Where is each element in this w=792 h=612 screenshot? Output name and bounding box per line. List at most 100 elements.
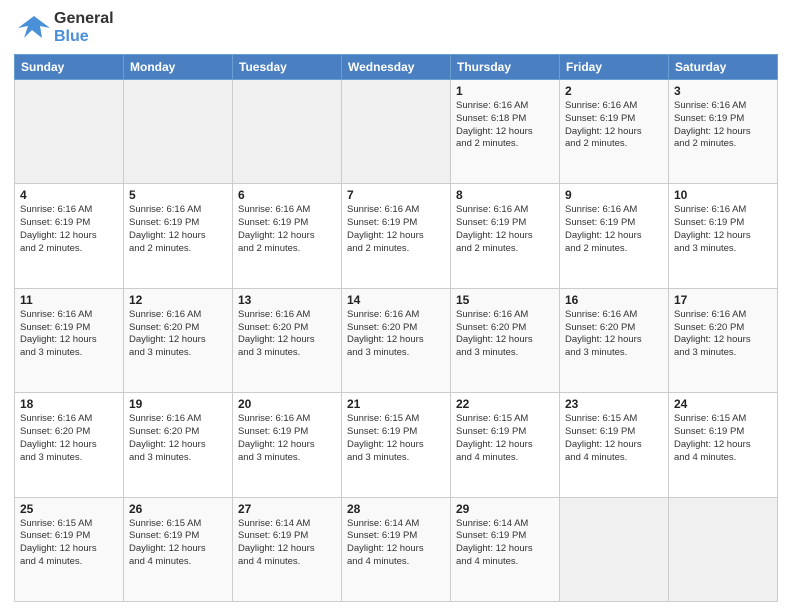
- calendar-cell: 25 Sunrise: 6:15 AM Sunset: 6:19 PM Dayli…: [15, 497, 124, 601]
- calendar-cell: 1 Sunrise: 6:16 AM Sunset: 6:18 PM Daylig…: [451, 80, 560, 184]
- calendar-header-monday: Monday: [124, 55, 233, 80]
- day-info: Sunrise: 6:16 AM Sunset: 6:20 PM Dayligh…: [129, 309, 227, 360]
- day-info: Sunrise: 6:16 AM Sunset: 6:19 PM Dayligh…: [20, 204, 118, 255]
- calendar-cell: [342, 80, 451, 184]
- calendar-cell: 3Sunrise: 6:16 AM Sunset: 6:19 PM Daylig…: [669, 80, 778, 184]
- calendar-cell: 24 Sunrise: 6:15 AM Sunset: 6:19 PM Dayli…: [669, 393, 778, 497]
- calendar-header-thursday: Thursday: [451, 55, 560, 80]
- calendar-cell: 20 Sunrise: 6:16 AM Sunset: 6:19 PM Dayli…: [233, 393, 342, 497]
- day-number: 8: [456, 188, 554, 202]
- logo-icon: [14, 10, 50, 46]
- calendar-week-row: 25 Sunrise: 6:15 AM Sunset: 6:19 PM Dayli…: [15, 497, 778, 601]
- calendar-cell: 10 Sunrise: 6:16 AM Sunset: 6:19 PM Dayli…: [669, 184, 778, 288]
- day-info: Sunrise: 6:15 AM Sunset: 6:19 PM Dayligh…: [20, 518, 118, 569]
- logo: GeneralBlue: [14, 10, 114, 46]
- calendar-cell: [669, 497, 778, 601]
- day-number: 28: [347, 502, 445, 516]
- day-number: 19: [129, 397, 227, 411]
- day-info: Sunrise: 6:16 AM Sunset: 6:20 PM Dayligh…: [347, 309, 445, 360]
- day-number: 15: [456, 293, 554, 307]
- header: GeneralBlue: [14, 10, 778, 46]
- day-info: Sunrise: 6:16 AM Sunset: 6:18 PM Dayligh…: [456, 100, 554, 151]
- day-info: Sunrise: 6:16 AM Sunset: 6:19 PM Dayligh…: [20, 309, 118, 360]
- day-info: Sunrise: 6:16 AM Sunset: 6:19 PM Dayligh…: [674, 100, 772, 151]
- day-info: Sunrise: 6:16 AM Sunset: 6:19 PM Dayligh…: [238, 413, 336, 464]
- day-number: 25: [20, 502, 118, 516]
- calendar-cell: [124, 80, 233, 184]
- calendar-cell: 14 Sunrise: 6:16 AM Sunset: 6:20 PM Dayli…: [342, 288, 451, 392]
- day-info: Sunrise: 6:16 AM Sunset: 6:20 PM Dayligh…: [456, 309, 554, 360]
- calendar-header-wednesday: Wednesday: [342, 55, 451, 80]
- calendar-cell: 4 Sunrise: 6:16 AM Sunset: 6:19 PM Daylig…: [15, 184, 124, 288]
- day-number: 9: [565, 188, 663, 202]
- day-number: 12: [129, 293, 227, 307]
- calendar-cell: 8 Sunrise: 6:16 AM Sunset: 6:19 PM Daylig…: [451, 184, 560, 288]
- calendar-cell: 5 Sunrise: 6:16 AM Sunset: 6:19 PM Daylig…: [124, 184, 233, 288]
- calendar-header-friday: Friday: [560, 55, 669, 80]
- calendar-cell: 22Sunrise: 6:15 AM Sunset: 6:19 PM Dayli…: [451, 393, 560, 497]
- calendar-cell: 6 Sunrise: 6:16 AM Sunset: 6:19 PM Daylig…: [233, 184, 342, 288]
- day-number: 17: [674, 293, 772, 307]
- calendar-header-row: SundayMondayTuesdayWednesdayThursdayFrid…: [15, 55, 778, 80]
- calendar-week-row: 18 Sunrise: 6:16 AM Sunset: 6:20 PM Dayli…: [15, 393, 778, 497]
- day-info: Sunrise: 6:16 AM Sunset: 6:20 PM Dayligh…: [20, 413, 118, 464]
- day-info: Sunrise: 6:15 AM Sunset: 6:19 PM Dayligh…: [456, 413, 554, 464]
- calendar-cell: [560, 497, 669, 601]
- day-number: 21: [347, 397, 445, 411]
- calendar-cell: 29Sunrise: 6:14 AM Sunset: 6:19 PM Dayli…: [451, 497, 560, 601]
- day-info: Sunrise: 6:15 AM Sunset: 6:19 PM Dayligh…: [129, 518, 227, 569]
- day-number: 26: [129, 502, 227, 516]
- day-number: 11: [20, 293, 118, 307]
- day-info: Sunrise: 6:16 AM Sunset: 6:19 PM Dayligh…: [456, 204, 554, 255]
- day-info: Sunrise: 6:15 AM Sunset: 6:19 PM Dayligh…: [347, 413, 445, 464]
- calendar-cell: 11 Sunrise: 6:16 AM Sunset: 6:19 PM Dayli…: [15, 288, 124, 392]
- calendar-cell: 15 Sunrise: 6:16 AM Sunset: 6:20 PM Dayli…: [451, 288, 560, 392]
- day-number: 23: [565, 397, 663, 411]
- day-number: 29: [456, 502, 554, 516]
- day-info: Sunrise: 6:16 AM Sunset: 6:19 PM Dayligh…: [238, 204, 336, 255]
- day-info: Sunrise: 6:16 AM Sunset: 6:20 PM Dayligh…: [129, 413, 227, 464]
- calendar-week-row: 11 Sunrise: 6:16 AM Sunset: 6:19 PM Dayli…: [15, 288, 778, 392]
- day-info: Sunrise: 6:14 AM Sunset: 6:19 PM Dayligh…: [347, 518, 445, 569]
- calendar-cell: 23 Sunrise: 6:15 AM Sunset: 6:19 PM Dayli…: [560, 393, 669, 497]
- day-number: 1: [456, 84, 554, 98]
- day-number: 4: [20, 188, 118, 202]
- calendar-header-saturday: Saturday: [669, 55, 778, 80]
- day-info: Sunrise: 6:16 AM Sunset: 6:20 PM Dayligh…: [238, 309, 336, 360]
- calendar-table: SundayMondayTuesdayWednesdayThursdayFrid…: [14, 54, 778, 602]
- day-info: Sunrise: 6:16 AM Sunset: 6:19 PM Dayligh…: [347, 204, 445, 255]
- day-number: 20: [238, 397, 336, 411]
- calendar-header-sunday: Sunday: [15, 55, 124, 80]
- day-number: 5: [129, 188, 227, 202]
- day-info: Sunrise: 6:14 AM Sunset: 6:19 PM Dayligh…: [238, 518, 336, 569]
- calendar-cell: 28 Sunrise: 6:14 AM Sunset: 6:19 PM Dayli…: [342, 497, 451, 601]
- logo-text: GeneralBlue: [54, 10, 114, 45]
- day-number: 18: [20, 397, 118, 411]
- day-info: Sunrise: 6:15 AM Sunset: 6:19 PM Dayligh…: [674, 413, 772, 464]
- day-info: Sunrise: 6:16 AM Sunset: 6:19 PM Dayligh…: [565, 100, 663, 151]
- calendar-cell: [15, 80, 124, 184]
- day-number: 2: [565, 84, 663, 98]
- day-info: Sunrise: 6:15 AM Sunset: 6:19 PM Dayligh…: [565, 413, 663, 464]
- day-number: 6: [238, 188, 336, 202]
- calendar-cell: 21 Sunrise: 6:15 AM Sunset: 6:19 PM Dayli…: [342, 393, 451, 497]
- calendar-cell: 26 Sunrise: 6:15 AM Sunset: 6:19 PM Dayli…: [124, 497, 233, 601]
- day-number: 7: [347, 188, 445, 202]
- day-number: 27: [238, 502, 336, 516]
- calendar-cell: 12 Sunrise: 6:16 AM Sunset: 6:20 PM Dayli…: [124, 288, 233, 392]
- day-info: Sunrise: 6:16 AM Sunset: 6:19 PM Dayligh…: [565, 204, 663, 255]
- calendar-week-row: 4 Sunrise: 6:16 AM Sunset: 6:19 PM Daylig…: [15, 184, 778, 288]
- day-info: Sunrise: 6:16 AM Sunset: 6:20 PM Dayligh…: [565, 309, 663, 360]
- calendar-cell: 17 Sunrise: 6:16 AM Sunset: 6:20 PM Dayli…: [669, 288, 778, 392]
- page: GeneralBlue SundayMondayTuesdayWednesday…: [0, 0, 792, 612]
- day-number: 24: [674, 397, 772, 411]
- calendar-cell: 9 Sunrise: 6:16 AM Sunset: 6:19 PM Daylig…: [560, 184, 669, 288]
- day-number: 14: [347, 293, 445, 307]
- calendar-cell: 16Sunrise: 6:16 AM Sunset: 6:20 PM Dayli…: [560, 288, 669, 392]
- calendar-header-tuesday: Tuesday: [233, 55, 342, 80]
- day-number: 10: [674, 188, 772, 202]
- day-info: Sunrise: 6:16 AM Sunset: 6:19 PM Dayligh…: [129, 204, 227, 255]
- calendar-cell: 18 Sunrise: 6:16 AM Sunset: 6:20 PM Dayli…: [15, 393, 124, 497]
- day-info: Sunrise: 6:16 AM Sunset: 6:20 PM Dayligh…: [674, 309, 772, 360]
- day-info: Sunrise: 6:16 AM Sunset: 6:19 PM Dayligh…: [674, 204, 772, 255]
